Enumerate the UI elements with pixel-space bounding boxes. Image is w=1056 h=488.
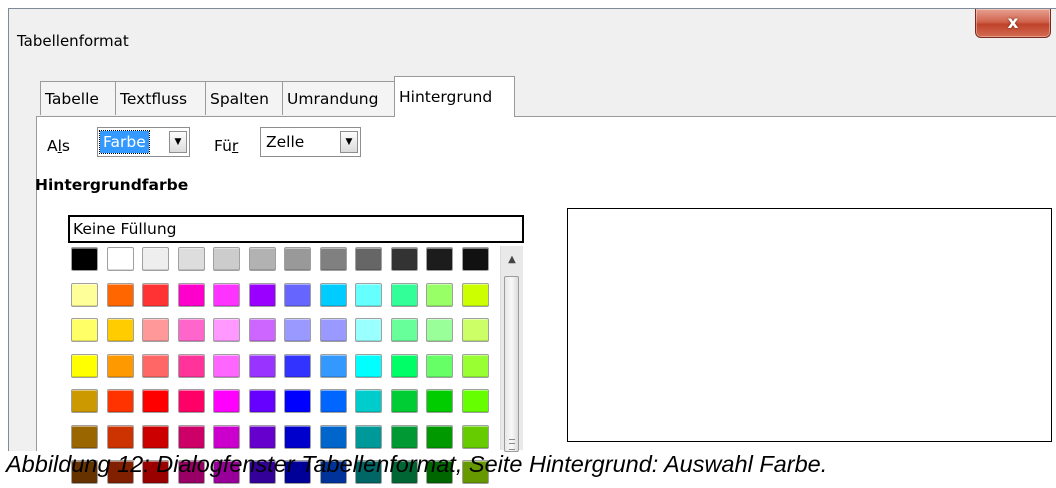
color-swatch[interactable] <box>320 425 347 449</box>
color-swatch[interactable] <box>320 247 347 271</box>
color-swatch[interactable] <box>71 283 98 307</box>
color-swatch[interactable] <box>249 354 276 378</box>
color-swatch[interactable] <box>462 247 489 271</box>
color-swatch[interactable] <box>249 318 276 342</box>
color-swatch[interactable] <box>462 354 489 378</box>
color-swatch[interactable] <box>142 354 169 378</box>
palette-scrollbar[interactable]: ▲ <box>500 246 523 452</box>
color-swatch[interactable] <box>426 318 453 342</box>
color-swatch[interactable] <box>249 425 276 449</box>
color-swatch[interactable] <box>284 318 311 342</box>
color-swatch[interactable] <box>391 425 418 449</box>
as-dropdown[interactable]: Farbe ▼ <box>97 127 190 157</box>
color-swatch[interactable] <box>355 318 382 342</box>
close-button[interactable]: x <box>975 9 1051 38</box>
color-swatch[interactable] <box>462 425 489 449</box>
preview-area <box>567 208 1052 442</box>
scrollbar-thumb[interactable] <box>504 276 519 452</box>
color-swatch[interactable] <box>391 318 418 342</box>
color-swatch[interactable] <box>391 283 418 307</box>
color-swatch[interactable] <box>426 247 453 271</box>
color-swatch[interactable] <box>320 283 347 307</box>
color-swatch[interactable] <box>178 318 205 342</box>
color-swatch[interactable] <box>107 389 134 413</box>
color-swatch[interactable] <box>462 318 489 342</box>
color-swatch[interactable] <box>355 247 382 271</box>
color-swatch[interactable] <box>462 283 489 307</box>
color-swatch[interactable] <box>355 389 382 413</box>
color-swatch[interactable] <box>213 425 240 449</box>
scroll-up-icon[interactable]: ▲ <box>501 250 523 270</box>
color-swatch[interactable] <box>320 354 347 378</box>
color-swatch[interactable] <box>142 318 169 342</box>
for-dropdown-value: Zelle <box>266 133 305 151</box>
color-swatch[interactable] <box>178 425 205 449</box>
color-swatch[interactable] <box>178 283 205 307</box>
close-icon: x <box>1007 13 1019 33</box>
color-swatch[interactable] <box>320 389 347 413</box>
as-dropdown-value: Farbe <box>99 130 150 154</box>
color-swatch[interactable] <box>71 318 98 342</box>
tab-tabelle[interactable]: Tabelle <box>40 81 116 115</box>
color-swatch[interactable] <box>284 389 311 413</box>
color-swatch[interactable] <box>178 389 205 413</box>
color-swatch[interactable] <box>107 425 134 449</box>
tab-umrandung[interactable]: Umrandung <box>282 81 396 115</box>
color-swatch[interactable] <box>71 425 98 449</box>
color-swatch[interactable] <box>107 318 134 342</box>
color-swatch[interactable] <box>284 247 311 271</box>
chevron-down-icon[interactable]: ▼ <box>340 131 358 153</box>
color-swatch[interactable] <box>71 247 98 271</box>
color-swatch[interactable] <box>355 354 382 378</box>
color-swatch[interactable] <box>178 247 205 271</box>
for-label: Für <box>214 137 239 155</box>
color-swatch[interactable] <box>249 247 276 271</box>
color-swatch[interactable] <box>142 283 169 307</box>
grip-icon <box>509 439 515 450</box>
color-swatch[interactable] <box>107 354 134 378</box>
as-label: Als <box>47 137 70 155</box>
dialog-title: Tabellenformat <box>17 32 129 50</box>
color-swatch[interactable] <box>355 283 382 307</box>
color-swatch[interactable] <box>213 354 240 378</box>
figure-caption: Abbildung 12: Dialogfenster Tabellenform… <box>6 451 828 477</box>
color-swatch[interactable] <box>355 425 382 449</box>
color-swatch[interactable] <box>107 283 134 307</box>
no-fill-option[interactable]: Keine Füllung <box>68 215 524 243</box>
chevron-down-icon[interactable]: ▼ <box>169 131 187 153</box>
color-swatch[interactable] <box>178 354 205 378</box>
color-swatch[interactable] <box>71 354 98 378</box>
background-color-heading: Hintergrundfarbe <box>35 176 189 194</box>
color-swatch[interactable] <box>426 389 453 413</box>
color-swatch[interactable] <box>320 318 347 342</box>
color-swatch[interactable] <box>213 283 240 307</box>
tab-hintergrund[interactable]: Hintergrund <box>394 76 515 117</box>
color-swatch[interactable] <box>142 389 169 413</box>
color-swatch[interactable] <box>426 283 453 307</box>
color-swatch[interactable] <box>284 354 311 378</box>
color-swatch[interactable] <box>391 354 418 378</box>
color-swatch[interactable] <box>213 389 240 413</box>
tab-textfluss[interactable]: Textfluss <box>115 81 206 115</box>
color-swatch[interactable] <box>391 389 418 413</box>
color-swatch[interactable] <box>71 389 98 413</box>
color-swatch[interactable] <box>107 247 134 271</box>
color-swatch[interactable] <box>391 247 418 271</box>
tab-spalten[interactable]: Spalten <box>205 81 283 115</box>
color-swatch[interactable] <box>249 283 276 307</box>
color-swatch[interactable] <box>426 354 453 378</box>
color-swatch[interactable] <box>213 318 240 342</box>
color-swatch[interactable] <box>426 425 453 449</box>
color-swatch[interactable] <box>142 425 169 449</box>
color-swatch[interactable] <box>462 389 489 413</box>
color-swatch[interactable] <box>284 283 311 307</box>
color-swatch[interactable] <box>142 247 169 271</box>
for-dropdown[interactable]: Zelle ▼ <box>260 127 361 157</box>
color-swatch[interactable] <box>213 247 240 271</box>
color-swatch[interactable] <box>249 389 276 413</box>
color-swatch[interactable] <box>284 425 311 449</box>
